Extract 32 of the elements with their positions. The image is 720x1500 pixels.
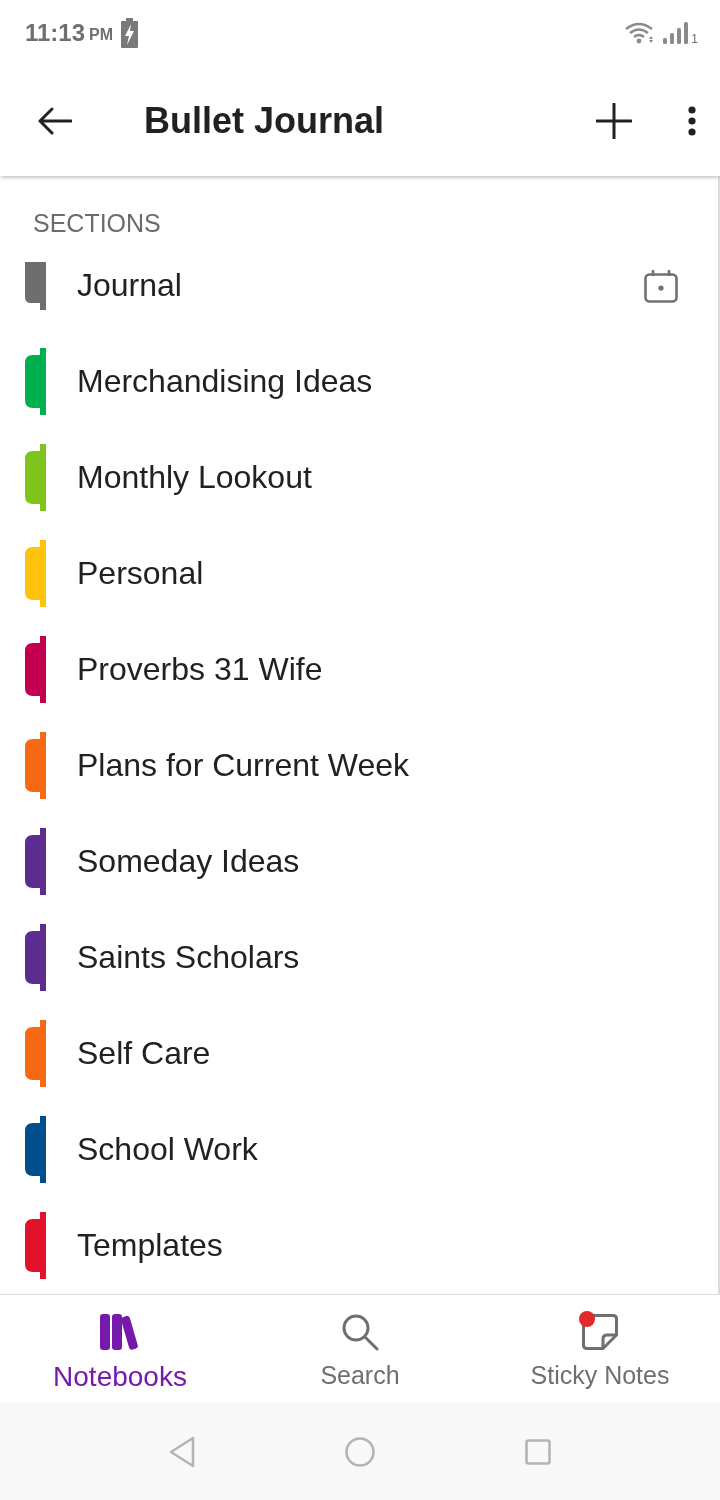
books-icon (100, 1313, 140, 1350)
notebook-title: Bullet Journal (144, 99, 386, 142)
section-name[interactable]: Merchandising Ideas (77, 363, 678, 401)
status-meridiem: PM (89, 25, 114, 44)
calendar-icon[interactable] (644, 268, 678, 303)
signal-icon (663, 21, 690, 44)
status-time: 11:13 (25, 18, 86, 47)
more-button[interactable] (688, 105, 696, 136)
section-name[interactable]: Proverbs 31 Wife (77, 651, 678, 689)
section-name[interactable]: Personal (77, 555, 678, 593)
back-button[interactable] (38, 106, 72, 135)
section-name[interactable]: Monthly Lookout (77, 459, 678, 497)
sim-label: 1 (691, 31, 698, 46)
section-name[interactable]: School Work (77, 1131, 678, 1169)
sections-header: SECTIONS (32, 207, 162, 238)
section-name[interactable]: Plans for Current Week (77, 747, 678, 785)
section-name[interactable]: Saints Scholars (77, 939, 678, 977)
back-arrow-icon (38, 106, 72, 135)
search-icon (341, 1312, 379, 1351)
section-name[interactable]: Journal (77, 267, 644, 305)
section-name[interactable]: Someday Ideas (77, 843, 678, 881)
nav-tab[interactable]: Search (240, 1294, 480, 1404)
section-name[interactable]: Self Care (77, 1035, 678, 1073)
plus-icon (596, 102, 632, 139)
battery-charging-icon (121, 17, 139, 48)
nav-tab[interactable]: Notebooks (0, 1294, 240, 1404)
add-button[interactable] (596, 102, 632, 139)
section-name[interactable]: Templates (77, 1227, 678, 1265)
more-vertical-icon (688, 105, 696, 136)
nav-tab[interactable]: Sticky Notes (480, 1294, 720, 1404)
wifi-icon (625, 21, 656, 44)
sticky-note-icon (582, 1313, 618, 1350)
